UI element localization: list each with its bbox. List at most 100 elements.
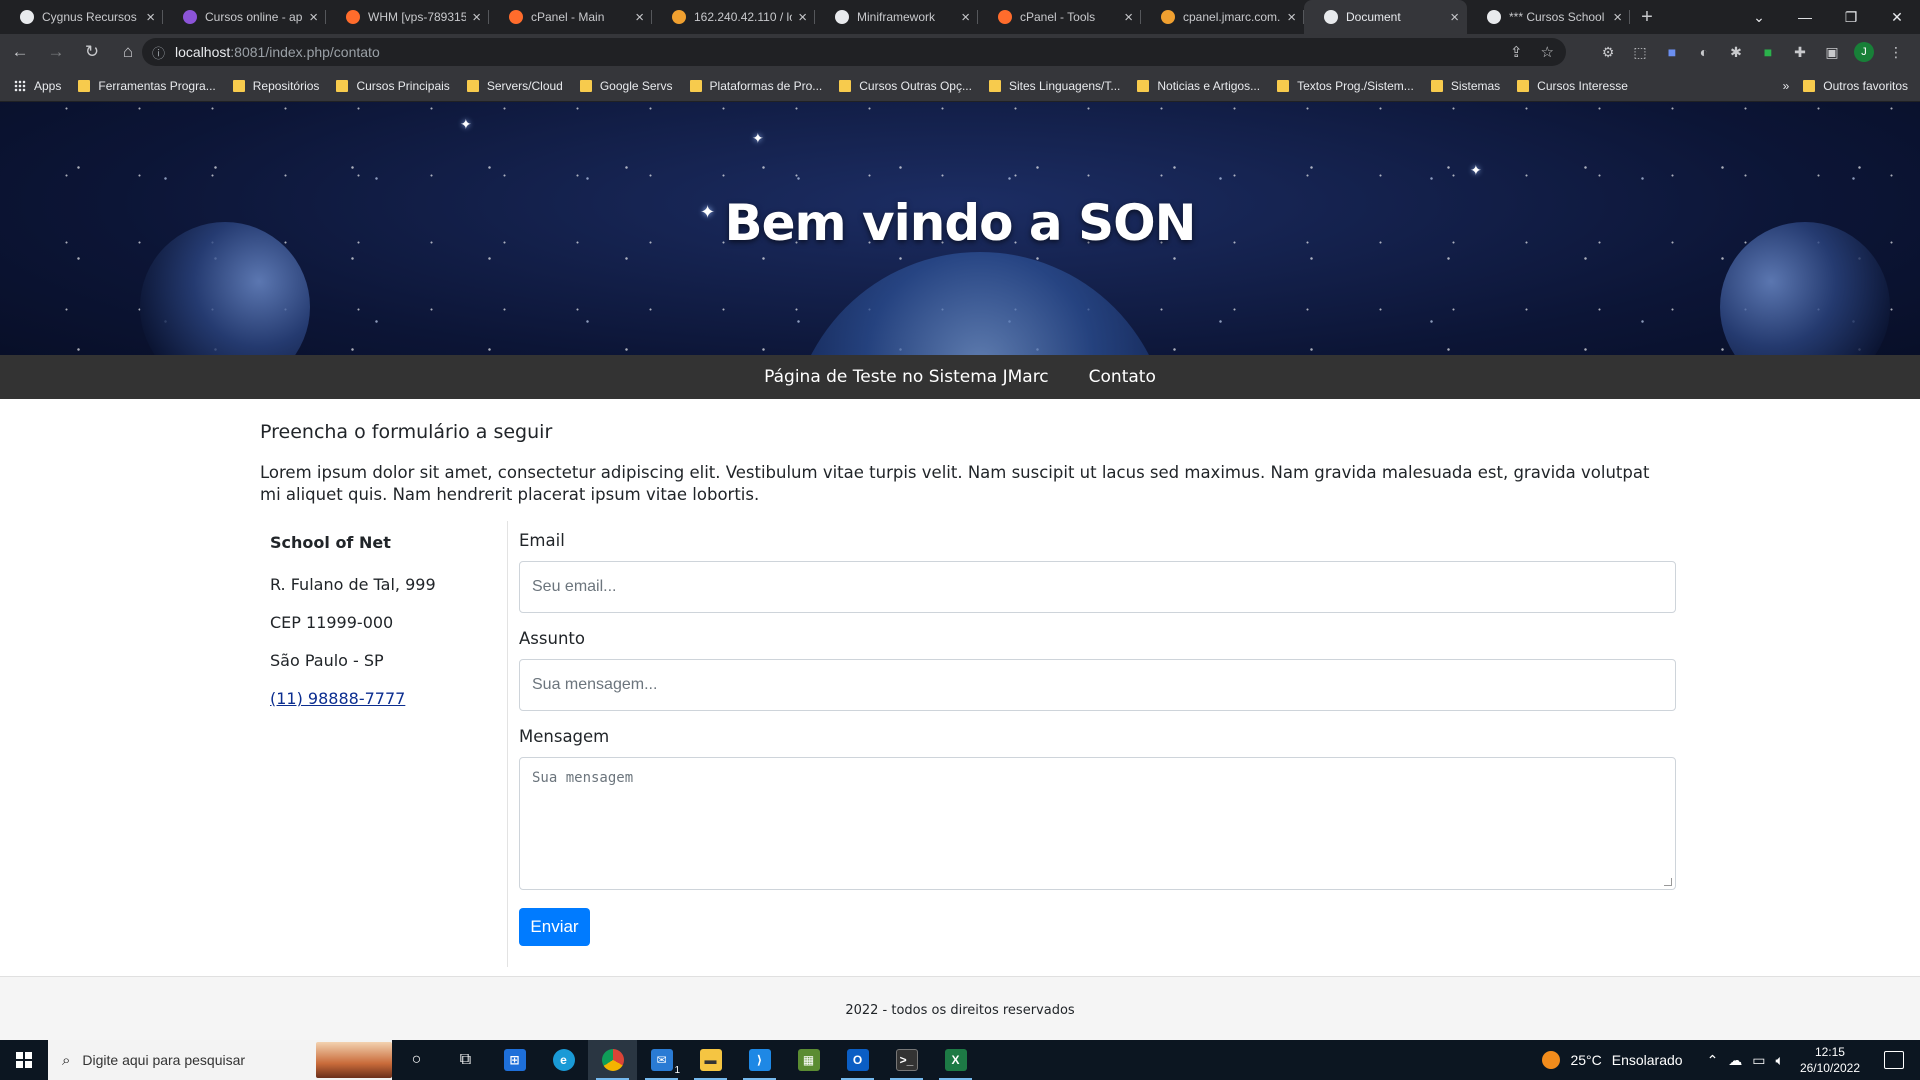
vscode-icon[interactable]: ⟩ bbox=[735, 1040, 784, 1080]
browser-tab[interactable]: 162.240.42.110 / lo × bbox=[652, 0, 815, 34]
message-textarea[interactable]: Sua mensagem bbox=[519, 757, 1676, 890]
notification-center-icon[interactable] bbox=[1884, 1051, 1904, 1069]
browser-tab[interactable]: Cygnus Recursos H × bbox=[0, 0, 163, 34]
onedrive-icon[interactable]: ☁ bbox=[1728, 1052, 1742, 1069]
folder-icon bbox=[1277, 79, 1290, 92]
browser-tab[interactable]: cpanel.jmarc.com.b × bbox=[1141, 0, 1304, 34]
tab-close-icon[interactable]: × bbox=[961, 10, 970, 25]
tab-close-icon[interactable]: × bbox=[798, 10, 807, 25]
clock[interactable]: 12:15 26/10/2022 bbox=[1800, 1044, 1860, 1076]
other-bookmarks-folder[interactable]: Outros favoritos bbox=[1803, 79, 1908, 93]
intro-paragraph: Lorem ipsum dolor sit amet, consectetur … bbox=[260, 463, 1650, 504]
bookmark-folder[interactable]: Cursos Outras Opç... bbox=[839, 79, 972, 93]
restore-button[interactable]: ❐ bbox=[1828, 9, 1874, 26]
bookmark-folder[interactable]: Google Servs bbox=[579, 79, 673, 93]
tab-close-icon[interactable]: × bbox=[635, 10, 644, 25]
site-info-icon[interactable]: ⓘ bbox=[152, 43, 165, 62]
window-controls: ⌄ — ❐ ✕ bbox=[1736, 0, 1920, 34]
email-field[interactable]: Seu email... bbox=[519, 561, 1676, 613]
bookmark-folder[interactable]: Sites Linguagens/T... bbox=[988, 79, 1120, 93]
bookmark-folder[interactable]: Noticias e Artigos... bbox=[1137, 79, 1260, 93]
search-icon: ⌕ bbox=[62, 1051, 71, 1069]
tab-close-icon[interactable]: × bbox=[1613, 10, 1622, 25]
network-icon[interactable]: ▭ bbox=[1752, 1052, 1765, 1069]
browser-tab[interactable]: *** Cursos School × bbox=[1467, 0, 1630, 34]
minimize-button[interactable]: — bbox=[1782, 9, 1828, 25]
forward-button[interactable]: → bbox=[40, 42, 72, 62]
bookmark-folder[interactable]: Plataformas de Pro... bbox=[689, 78, 823, 93]
store-icon[interactable]: ⊞ bbox=[490, 1040, 539, 1080]
terminal-icon[interactable]: >_ bbox=[882, 1040, 931, 1080]
extensions-puzzle-icon[interactable]: ✚ bbox=[1790, 42, 1810, 62]
minecraft-icon[interactable]: ▦ bbox=[784, 1040, 833, 1080]
browser-tab[interactable]: cPanel - Tools × bbox=[978, 0, 1141, 34]
folder-icon bbox=[839, 79, 852, 92]
address-city: São Paulo - SP bbox=[270, 651, 384, 670]
extension-circle-icon[interactable]: ◐ bbox=[1694, 42, 1714, 62]
tab-close-icon[interactable]: × bbox=[1287, 10, 1296, 25]
extension-blue-icon[interactable]: ■ bbox=[1662, 42, 1682, 62]
file-explorer-icon[interactable]: ▬ bbox=[686, 1040, 735, 1080]
tab-title: cpanel.jmarc.com.b bbox=[1183, 10, 1282, 24]
reload-button[interactable]: ↻ bbox=[76, 42, 108, 62]
extension-gear-icon[interactable]: ⚙ bbox=[1598, 42, 1618, 62]
bookmark-folder[interactable]: Repositórios bbox=[232, 79, 319, 93]
extension-bug-icon[interactable]: ✱ bbox=[1726, 42, 1746, 62]
tab-close-icon[interactable]: × bbox=[146, 10, 155, 25]
tab-title: *** Cursos School bbox=[1509, 10, 1605, 24]
extension-green-icon[interactable]: ■ bbox=[1758, 42, 1778, 62]
tray-chevron-icon[interactable]: ⌃ bbox=[1707, 1052, 1719, 1069]
share-icon[interactable]: ⇪ bbox=[1510, 43, 1523, 61]
bookmark-folder[interactable]: Cursos Principais bbox=[336, 79, 450, 93]
profile-avatar[interactable]: J bbox=[1854, 42, 1874, 62]
weather-desc[interactable]: Ensolarado bbox=[1612, 1052, 1683, 1068]
submit-button[interactable]: Enviar bbox=[519, 908, 590, 946]
address-bar[interactable]: ⓘ localhost:8081/index.php/contato ⇪ ☆ bbox=[142, 38, 1566, 66]
task-view-icon[interactable]: ⧉ bbox=[441, 1040, 490, 1080]
mail-icon[interactable]: ✉ 1 bbox=[637, 1040, 686, 1080]
browser-tab[interactable]: Cursos online - ap × bbox=[163, 0, 326, 34]
bookmark-label: Plataformas de Pro... bbox=[709, 78, 823, 93]
browser-tab[interactable]: Miniframework × bbox=[815, 0, 978, 34]
outlook-icon[interactable]: O bbox=[833, 1040, 882, 1080]
home-button[interactable]: ⌂ bbox=[112, 42, 144, 62]
browser-tab[interactable]: cPanel - Main × bbox=[489, 0, 652, 34]
weather-sun-icon[interactable] bbox=[1542, 1051, 1561, 1069]
edge-icon[interactable]: e bbox=[539, 1040, 588, 1080]
browser-tab[interactable]: Document × bbox=[1304, 0, 1467, 34]
tab-search-icon[interactable]: ⌄ bbox=[1736, 9, 1782, 26]
bookmark-folder[interactable]: Cursos Interesse bbox=[1517, 79, 1628, 93]
bookmark-folder[interactable]: Ferramentas Progra... bbox=[78, 79, 216, 93]
resize-handle[interactable] bbox=[1664, 878, 1672, 886]
chrome-icon[interactable] bbox=[588, 1040, 637, 1080]
bookmark-folder[interactable]: Textos Prog./Sistem... bbox=[1277, 79, 1414, 93]
cortana-icon[interactable]: ○ bbox=[392, 1040, 441, 1080]
phone-link[interactable]: (11) 98888-7777 bbox=[270, 689, 405, 708]
new-tab-button[interactable]: + bbox=[1630, 0, 1664, 34]
taskbar-search[interactable]: ⌕ Digite aqui para pesquisar bbox=[48, 1040, 392, 1080]
bookmark-apps[interactable]: Apps bbox=[14, 79, 61, 93]
side-panel-icon[interactable]: ▣ bbox=[1822, 42, 1842, 62]
back-button[interactable]: ← bbox=[4, 42, 36, 62]
bookmark-star-icon[interactable]: ☆ bbox=[1541, 43, 1554, 61]
weather-temp[interactable]: 25°C bbox=[1570, 1052, 1601, 1068]
tab-close-icon[interactable]: × bbox=[472, 10, 481, 25]
nav-link-contato[interactable]: Contato bbox=[1089, 367, 1156, 387]
tab-close-icon[interactable]: × bbox=[1450, 10, 1459, 25]
tab-favicon-icon bbox=[20, 10, 34, 24]
excel-icon[interactable]: X bbox=[931, 1040, 980, 1080]
bookmark-label: Cursos Interesse bbox=[1537, 78, 1628, 93]
volume-icon[interactable]: 🔈︎ bbox=[1776, 1052, 1784, 1069]
tab-close-icon[interactable]: × bbox=[309, 10, 318, 25]
nav-link-home[interactable]: Página de Teste no Sistema JMarc bbox=[764, 367, 1049, 387]
extension-capture-icon[interactable]: ⬚ bbox=[1630, 42, 1650, 62]
bookmark-folder[interactable]: Sistemas bbox=[1430, 79, 1500, 93]
bookmarks-overflow-button[interactable]: » bbox=[1783, 79, 1790, 93]
close-window-button[interactable]: ✕ bbox=[1874, 9, 1920, 26]
tab-close-icon[interactable]: × bbox=[1124, 10, 1133, 25]
menu-kebab-icon[interactable]: ⋮ bbox=[1886, 42, 1906, 62]
browser-tab[interactable]: WHM [vps-789315 × bbox=[326, 0, 489, 34]
subject-field[interactable]: Sua mensagem... bbox=[519, 659, 1676, 711]
start-button[interactable] bbox=[0, 1040, 48, 1080]
bookmark-folder[interactable]: Servers/Cloud bbox=[466, 79, 563, 93]
